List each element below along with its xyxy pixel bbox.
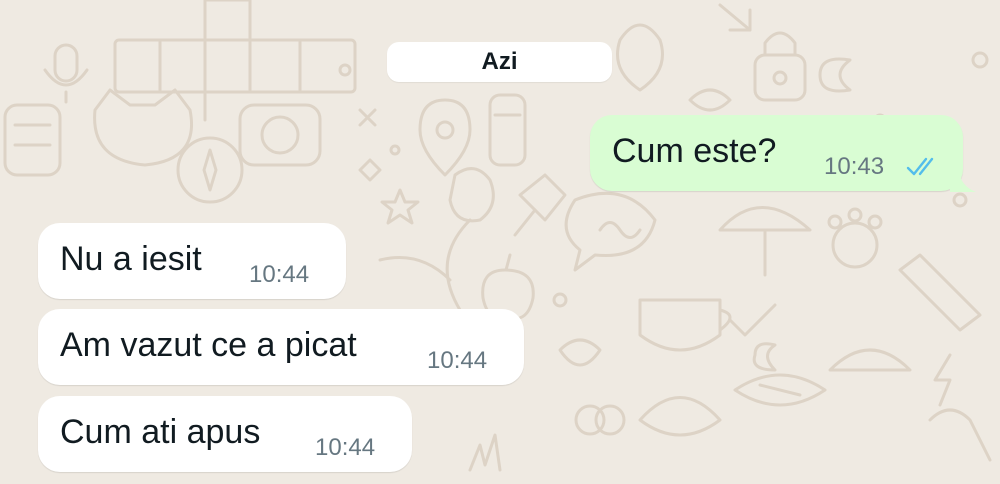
message-time: 10:44	[249, 261, 310, 288]
message-text: Cum ati apus	[60, 413, 261, 451]
message-text: Am vazut ce a picat	[60, 326, 357, 364]
message-text: Nu a iesit	[60, 240, 202, 278]
message-time: 10:44	[315, 434, 376, 461]
message-time: 10:44	[427, 347, 488, 374]
message-bubble-outgoing[interactable]: Cum este? 10:43	[590, 115, 963, 191]
message-text: Cum este?	[612, 132, 777, 170]
message-time: 10:43	[824, 153, 885, 180]
double-check-read-icon	[906, 157, 934, 176]
date-separator-label: Azi	[481, 48, 518, 75]
message-bubble-incoming[interactable]: Cum ati apus 10:44	[38, 396, 412, 472]
bubble-tail	[950, 168, 976, 192]
date-separator: Azi	[387, 42, 612, 82]
message-bubble-incoming[interactable]: Am vazut ce a picat 10:44	[38, 309, 524, 385]
message-bubble-incoming[interactable]: Nu a iesit 10:44	[38, 223, 346, 299]
